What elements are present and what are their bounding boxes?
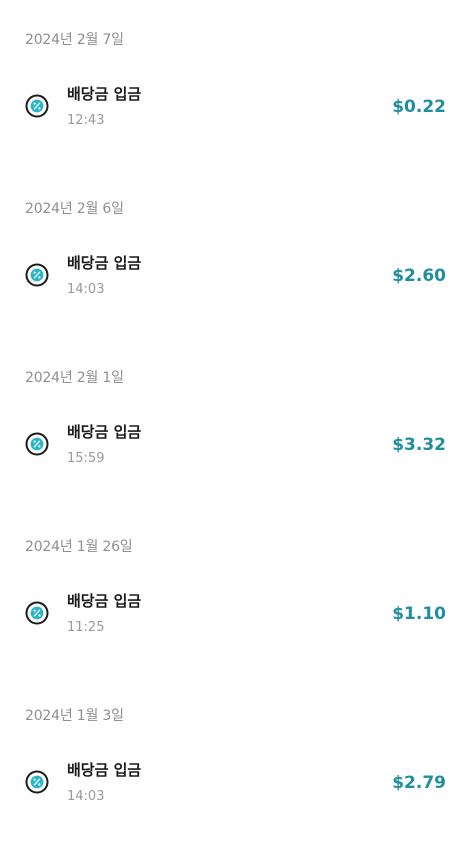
percent-icon: [25, 770, 49, 794]
transaction-time: 11:25: [67, 620, 105, 635]
percent-icon: [25, 94, 49, 118]
transaction-amount: $3.32: [392, 435, 446, 455]
transaction-amount: $2.79: [392, 773, 446, 793]
percent-icon: [25, 263, 49, 287]
transaction-title: 배당금 입금: [67, 761, 142, 779]
transaction-row[interactable]: 배당금 입금 15:59 $3.32: [0, 414, 466, 476]
date-group: 2024년 2월 6일 배당금 입금 14:03 $2.60: [0, 169, 466, 338]
transaction-title: 배당금 입금: [67, 423, 142, 441]
transaction-time: 12:43: [67, 113, 105, 128]
date-group: 2024년 1월 3일 배당금 입금 14:03 $2.79: [0, 676, 466, 845]
transaction-title: 배당금 입금: [67, 254, 142, 272]
transaction-time: 14:03: [67, 789, 105, 804]
date-header: 2024년 1월 3일: [25, 708, 124, 724]
percent-icon: [25, 432, 49, 456]
date-header: 2024년 2월 6일: [25, 201, 124, 217]
date-header: 2024년 2월 1일: [25, 370, 124, 386]
transaction-title: 배당금 입금: [67, 85, 142, 103]
transaction-amount: $1.10: [392, 604, 446, 624]
transaction-row[interactable]: 배당금 입금 14:03 $2.60: [0, 245, 466, 307]
transaction-amount: $2.60: [392, 266, 446, 286]
date-header: 2024년 2월 7일: [25, 32, 124, 48]
transaction-time: 14:03: [67, 282, 105, 297]
transaction-title: 배당금 입금: [67, 592, 142, 610]
transaction-time: 15:59: [67, 451, 105, 466]
transaction-row[interactable]: 배당금 입금 12:43 $0.22: [0, 76, 466, 138]
date-header: 2024년 1월 26일: [25, 539, 133, 555]
transaction-amount: $0.22: [392, 97, 446, 117]
transaction-row[interactable]: 배당금 입금 11:25 $1.10: [0, 583, 466, 645]
percent-icon: [25, 601, 49, 625]
date-group: 2024년 2월 1일 배당금 입금 15:59 $3.32: [0, 338, 466, 507]
transaction-row[interactable]: 배당금 입금 14:03 $2.79: [0, 752, 466, 814]
date-group: 2024년 2월 7일 배당금 입금 12:43 $0.22: [0, 0, 466, 169]
date-group: 2024년 1월 26일 배당금 입금 11:25 $1.10: [0, 507, 466, 676]
